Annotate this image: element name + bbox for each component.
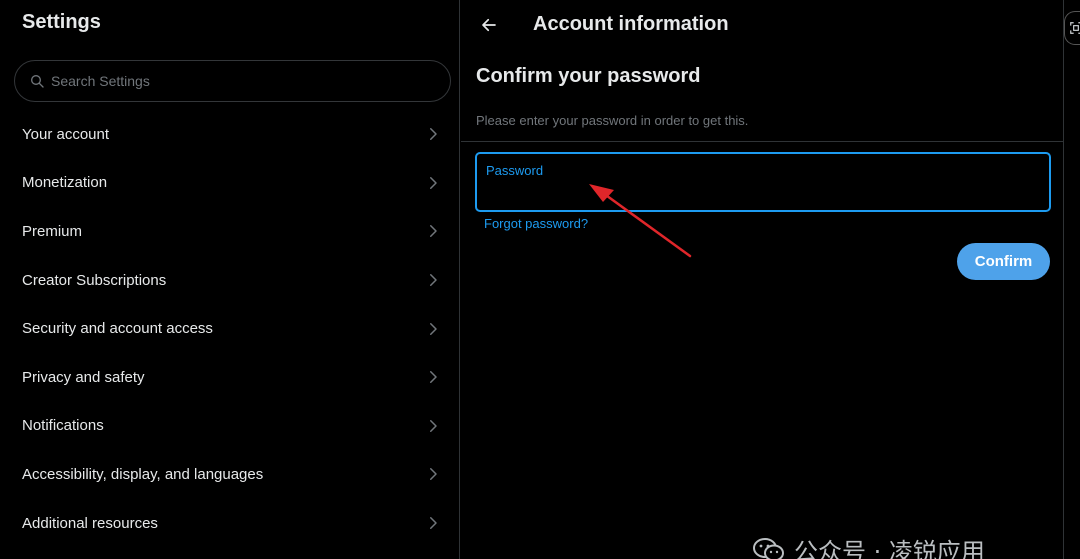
wechat-icon — [753, 537, 784, 559]
sidebar-item-label: Your account — [22, 125, 110, 143]
sidebar-item-label: Premium — [22, 222, 83, 240]
screenshot-button[interactable] — [1064, 11, 1080, 45]
sidebar-item-security[interactable]: Security and account access — [0, 304, 460, 353]
chevron-right-icon — [430, 322, 437, 335]
password-field[interactable]: Password — [475, 152, 1051, 212]
forgot-password-link[interactable]: Forgot password? — [484, 216, 588, 231]
section-title: Confirm your password — [476, 65, 701, 87]
search-icon — [31, 75, 44, 88]
back-button[interactable] — [476, 12, 502, 38]
chevron-right-icon — [430, 128, 437, 141]
settings-menu: Your account Monetization Premium Creato… — [0, 110, 460, 547]
sidebar-item-label: Security and account access — [22, 320, 213, 338]
chevron-right-icon — [430, 225, 437, 238]
sidebar-item-label: Additional resources — [22, 514, 158, 532]
sidebar-item-label: Monetization — [22, 174, 108, 192]
chevron-right-icon — [430, 176, 437, 189]
sidebar-item-additional-resources[interactable]: Additional resources — [0, 499, 460, 548]
sidebar-item-notifications[interactable]: Notifications — [0, 402, 460, 451]
settings-sidebar: Settings Your account Monetization Premi… — [0, 0, 460, 559]
watermark-text: 公众号 · 凌锐应用 — [794, 538, 985, 559]
sidebar-item-privacy[interactable]: Privacy and safety — [0, 353, 460, 402]
sidebar-item-monetization[interactable]: Monetization — [0, 159, 460, 208]
password-input[interactable] — [486, 182, 1036, 206]
arrow-left-icon — [482, 18, 496, 32]
chevron-right-icon — [430, 371, 437, 384]
watermark: 公众号 · 凌锐应用 — [752, 532, 985, 559]
page-title: Account information — [533, 13, 729, 35]
sidebar-item-label: Notifications — [22, 417, 104, 435]
sidebar-item-your-account[interactable]: Your account — [0, 110, 460, 159]
sidebar-item-accessibility[interactable]: Accessibility, display, and languages — [0, 450, 460, 499]
app-window: Settings Your account Monetization Premi… — [0, 0, 1080, 559]
chevron-right-icon — [430, 468, 437, 481]
chevron-right-icon — [430, 274, 437, 287]
sidebar-item-label: Accessibility, display, and languages — [22, 465, 264, 483]
confirm-button[interactable]: Confirm — [957, 243, 1050, 280]
divider — [461, 141, 1064, 142]
password-label: Password — [486, 163, 544, 178]
sidebar-item-creator-subscriptions[interactable]: Creator Subscriptions — [0, 256, 460, 305]
chevron-right-icon — [430, 419, 437, 432]
account-information-panel: Account information Confirm your passwor… — [461, 0, 1064, 559]
chevron-right-icon — [430, 517, 437, 530]
sidebar-item-premium[interactable]: Premium — [0, 207, 460, 256]
search-input[interactable] — [51, 73, 431, 89]
sidebar-item-label: Privacy and safety — [22, 368, 145, 386]
sidebar-item-label: Creator Subscriptions — [22, 271, 167, 289]
section-description: Please enter your password in order to g… — [476, 113, 749, 128]
screenshot-icon — [1069, 22, 1080, 34]
search-box[interactable] — [14, 60, 451, 102]
sidebar-title: Settings — [22, 11, 101, 33]
